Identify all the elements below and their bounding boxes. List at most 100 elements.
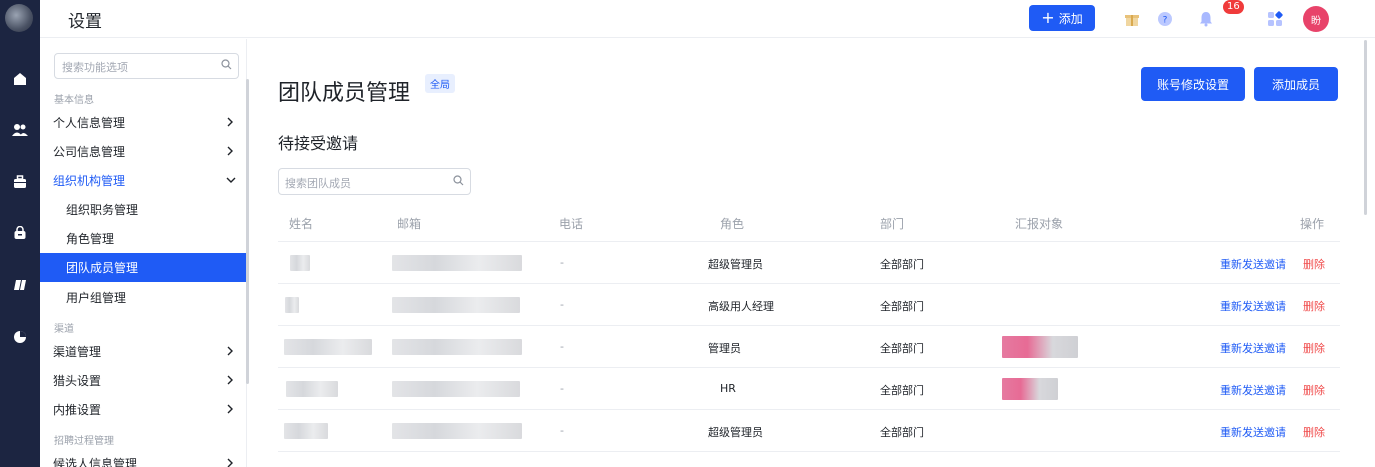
redacted-email <box>392 297 520 313</box>
svg-text:?: ? <box>1163 16 1168 26</box>
settings-sidebar: 搜索功能选项 基本信息 个人信息管理 公司信息管理 组织机构管理 组织职务管理 … <box>40 39 249 467</box>
delete-link[interactable]: 删除 <box>1303 340 1325 356</box>
dept-cell: 全部部门 <box>880 342 924 355</box>
phone-cell: - <box>560 424 564 437</box>
table-row: - 管理员 全部部门 重新发送邀请 删除 <box>278 326 1340 368</box>
notification-badge: 16 <box>1223 0 1244 14</box>
main-scrollbar[interactable] <box>1364 40 1367 215</box>
role-cell: 超级管理员 <box>708 258 763 271</box>
chevron-right-icon <box>227 458 233 467</box>
apps-icon[interactable] <box>1264 8 1286 30</box>
resend-invite-link[interactable]: 重新发送邀请 <box>1220 424 1286 440</box>
search-icon <box>221 59 232 73</box>
sidebar-item-referral[interactable]: 内推设置 <box>40 395 247 424</box>
redacted-email <box>392 423 522 439</box>
redacted-email <box>392 381 520 397</box>
table-row: - HR 全部部门 重新发送邀请 删除 <box>278 368 1340 410</box>
sidebar-item-label: 团队成员管理 <box>66 261 139 275</box>
lock-icon[interactable] <box>0 221 40 245</box>
chevron-down-icon <box>226 177 236 183</box>
section-basic-info: 基本信息 <box>54 95 94 106</box>
resend-invite-link[interactable]: 重新发送邀请 <box>1220 298 1286 314</box>
column-header: 姓名 <box>289 217 314 231</box>
sidebar-item-label: 猎头设置 <box>53 374 102 388</box>
resend-invite-link[interactable]: 重新发送邀请 <box>1220 340 1286 356</box>
role-cell: HR <box>720 382 736 395</box>
add-button[interactable]: + 添加 <box>1029 5 1095 31</box>
sidebar-item-org-structure[interactable]: 组织机构管理 <box>40 166 247 195</box>
company-logo[interactable] <box>5 4 33 32</box>
sidebar-item-user-groups[interactable]: 用户组管理 <box>40 283 247 312</box>
phone-cell: - <box>560 340 564 353</box>
sidebar-item-company-info[interactable]: 公司信息管理 <box>40 137 247 166</box>
dept-cell: 全部部门 <box>880 426 924 439</box>
redacted-email <box>392 255 522 271</box>
team-icon[interactable] <box>0 118 40 142</box>
page-title: 团队成员管理 <box>278 81 411 106</box>
chevron-right-icon <box>227 375 233 385</box>
bell-icon[interactable] <box>1195 8 1217 30</box>
resend-invite-link[interactable]: 重新发送邀请 <box>1220 256 1286 272</box>
sidebar-item-candidate-info[interactable]: 候选人信息管理 <box>40 449 247 467</box>
section-title: 待接受邀请 <box>278 134 359 153</box>
section-channels: 渠道 <box>54 324 74 335</box>
sidebar-item-team-members[interactable]: 团队成员管理 <box>40 253 247 282</box>
member-search-input[interactable]: 搜索团队成员 <box>278 168 471 195</box>
page-header-title: 设置 <box>68 12 102 32</box>
sidebar-item-label: 内推设置 <box>53 403 102 417</box>
plus-icon: + <box>1041 8 1055 27</box>
app-rail <box>0 0 40 467</box>
sidebar-item-label: 用户组管理 <box>66 291 127 305</box>
delete-link[interactable]: 删除 <box>1303 382 1325 398</box>
delete-link[interactable]: 删除 <box>1303 298 1325 314</box>
account-settings-button[interactable]: 账号修改设置 <box>1141 67 1245 101</box>
sidebar-item-roles[interactable]: 角色管理 <box>40 224 247 253</box>
section-recruiting-process: 招聘过程管理 <box>54 436 114 447</box>
sidebar-item-personal-info[interactable]: 个人信息管理 <box>40 108 247 137</box>
sidebar-item-label: 渠道管理 <box>53 345 102 359</box>
gift-icon[interactable] <box>1121 8 1143 30</box>
sidebar-item-org-positions[interactable]: 组织职务管理 <box>40 195 247 224</box>
table-row: - 超级管理员 全部部门 重新发送邀请 删除 <box>278 242 1340 284</box>
resend-invite-link[interactable]: 重新发送邀请 <box>1220 382 1286 398</box>
column-header: 角色 <box>720 217 745 231</box>
sidebar-item-channel-management[interactable]: 渠道管理 <box>40 337 247 366</box>
column-header: 汇报对象 <box>1015 217 1064 231</box>
sidebar-item-label: 公司信息管理 <box>53 145 126 159</box>
sidebar-search-input[interactable]: 搜索功能选项 <box>54 53 239 79</box>
main-content: 团队成员管理 全局 账号修改设置 添加成员 待接受邀请 搜索团队成员 姓名 邮箱… <box>248 39 1375 467</box>
role-cell: 超级管理员 <box>708 426 763 439</box>
help-icon[interactable]: ? <box>1154 8 1176 30</box>
redacted-name <box>284 423 328 439</box>
chevron-right-icon <box>227 146 233 156</box>
redacted-name <box>286 381 338 397</box>
redacted-name <box>284 339 372 355</box>
phone-cell: - <box>560 256 564 269</box>
sidebar-item-label: 个人信息管理 <box>53 116 126 130</box>
briefcase-icon[interactable] <box>0 170 40 194</box>
table-row: - 超级管理员 全部部门 重新发送邀请 删除 <box>278 410 1340 452</box>
column-header: 电话 <box>559 217 584 231</box>
redacted-email <box>392 339 522 355</box>
phone-cell: - <box>560 298 564 311</box>
sidebar-item-label: 组织职务管理 <box>66 203 139 217</box>
delete-link[interactable]: 删除 <box>1303 256 1325 272</box>
chevron-right-icon <box>227 346 233 356</box>
book-icon[interactable] <box>0 273 40 297</box>
search-icon <box>453 175 464 189</box>
redacted-name <box>290 255 310 271</box>
home-icon[interactable] <box>0 67 40 91</box>
sidebar-item-label: 角色管理 <box>66 232 115 246</box>
delete-link[interactable]: 删除 <box>1303 424 1325 440</box>
column-header: 邮箱 <box>397 217 422 231</box>
user-avatar[interactable]: 盼 <box>1303 6 1329 32</box>
pie-chart-icon[interactable] <box>0 325 40 349</box>
column-header: 操作 <box>1300 217 1325 231</box>
dept-cell: 全部部门 <box>880 258 924 271</box>
add-member-button[interactable]: 添加成员 <box>1254 67 1338 101</box>
table-header: 姓名 邮箱 电话 角色 部门 汇报对象 操作 <box>278 202 1340 242</box>
sidebar-search-placeholder: 搜索功能选项 <box>62 61 128 74</box>
sidebar-item-headhunter[interactable]: 猎头设置 <box>40 366 247 395</box>
column-header: 部门 <box>880 217 905 231</box>
sidebar-item-label: 候选人信息管理 <box>53 457 138 467</box>
